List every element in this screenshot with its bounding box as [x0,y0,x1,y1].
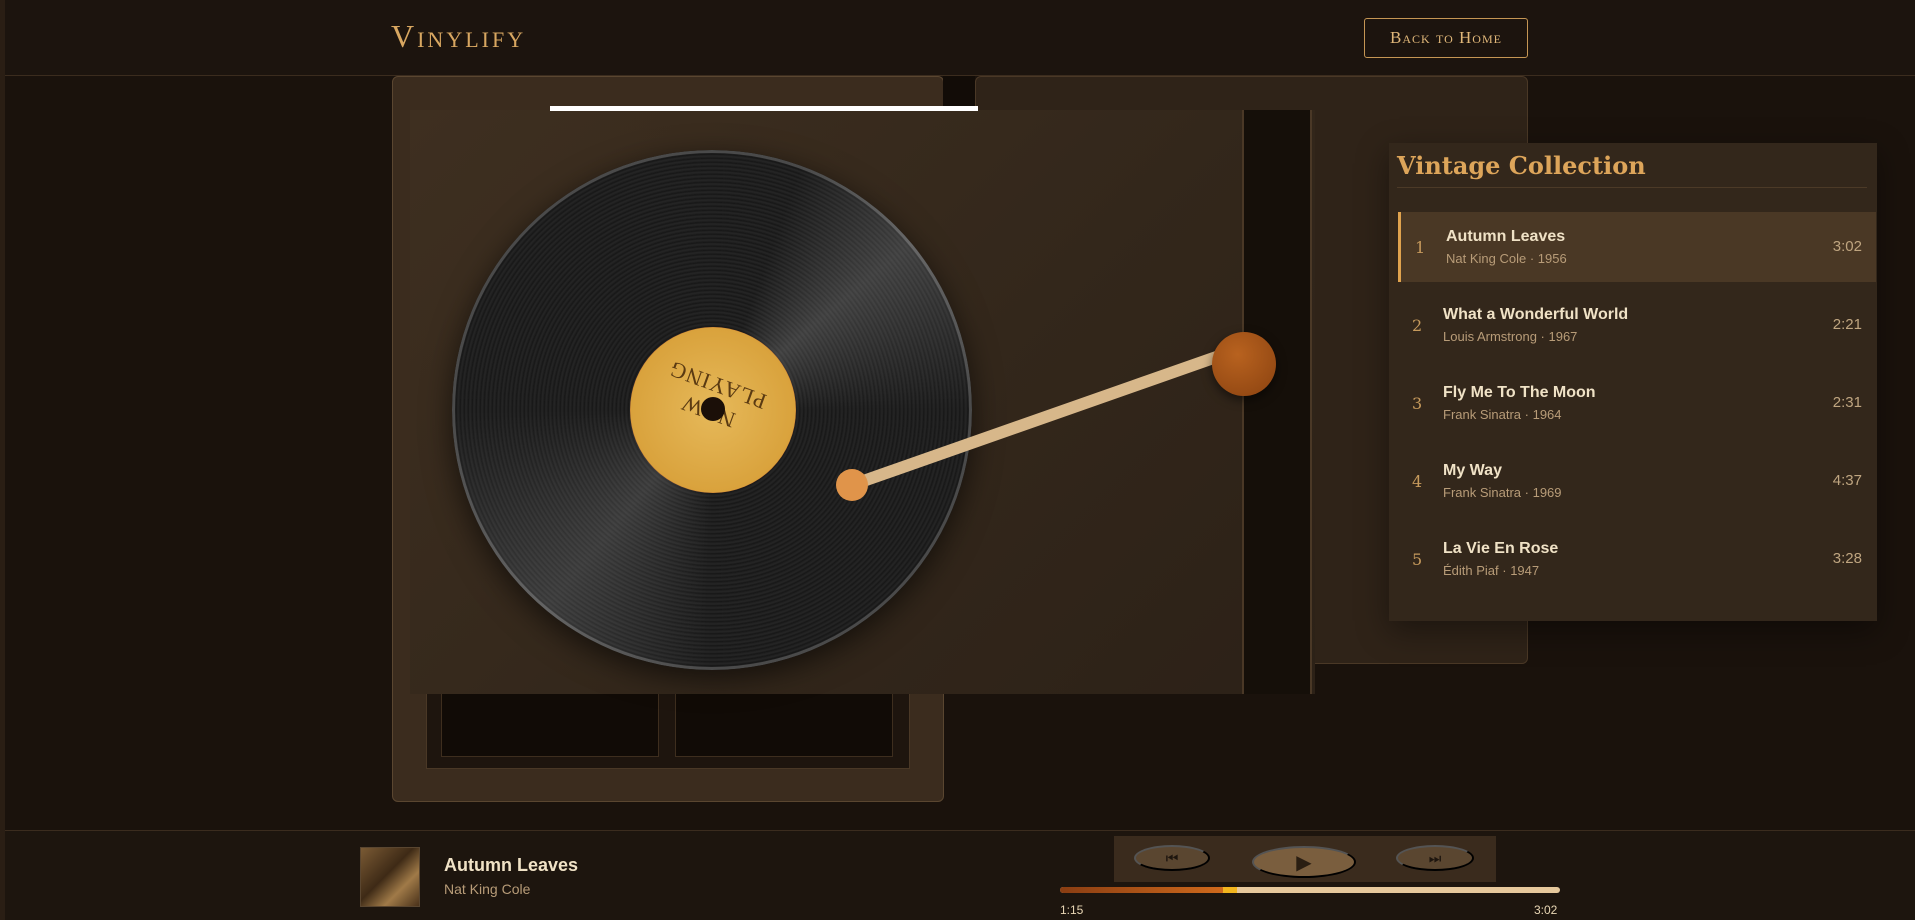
playlist-divider [1397,187,1867,188]
track-artist-year: Louis Armstrong · 1967 [1443,329,1578,344]
track-number: 2 [1412,316,1423,335]
play-icon: ▶ [1296,851,1312,874]
prev-icon: ⏮ [1165,849,1179,866]
next-icon: ⏭ [1428,849,1442,866]
playlist-track-5[interactable]: 5 La Vie En Rose Édith Piaf · 1947 3:28 [1398,524,1876,594]
track-duration: 4:37 [1832,472,1862,489]
tonearm-pivot[interactable] [1212,332,1276,396]
track-title: My Way [1443,462,1502,479]
now-playing-artist: Nat King Cole [444,881,531,897]
track-title: Autumn Leaves [1446,228,1566,245]
playlist-track-2[interactable]: 2 What a Wonderful World Louis Armstrong… [1398,290,1876,360]
playlist-panel: Vintage Collection 1 Autumn Leaves Nat K… [1389,143,1877,621]
track-artist-year: Frank Sinatra · 1969 [1443,485,1562,500]
track-artist-year: Frank Sinatra · 1964 [1443,407,1562,422]
total-time: 3:02 [1534,903,1558,917]
track-title: What a Wonderful World [1443,306,1629,323]
track-artist-year: Édith Piaf · 1947 [1443,563,1540,578]
track-number: 4 [1412,472,1423,491]
progress-handle[interactable] [1223,887,1237,893]
track-duration: 2:31 [1832,394,1862,411]
now-playing-title: Autumn Leaves [444,855,579,875]
play-button[interactable]: ▶ [1252,846,1356,878]
track-artist-year: Nat King Cole · 1956 [1446,251,1567,266]
progress-fill [1060,887,1225,893]
album-cover[interactable] [360,847,420,907]
playlist-track-4[interactable]: 4 My Way Frank Sinatra · 1969 4:37 [1398,446,1876,516]
track-duration: 2:21 [1832,316,1862,333]
playlist-track-1[interactable]: 1 Autumn Leaves Nat King Cole · 1956 3:0… [1398,212,1876,282]
previous-track-button[interactable]: ⏮ [1134,845,1210,871]
track-title: La Vie En Rose [1443,540,1559,557]
track-duration: 3:28 [1832,550,1862,567]
track-number: 3 [1412,394,1423,413]
playlist-track-3[interactable]: 3 Fly Me To The Moon Frank Sinatra · 196… [1398,368,1876,438]
tonearm-rod [846,349,1228,491]
playlist-title: Vintage Collection [1397,151,1646,180]
current-time: 1:15 [1060,903,1084,917]
track-number: 5 [1412,550,1423,569]
track-title: Fly Me To The Moon [1443,384,1596,401]
track-duration: 3:02 [1832,238,1862,255]
tonearm-headshell[interactable] [836,469,868,501]
now-playing-bar [5,830,1915,920]
track-number: 1 [1415,238,1426,257]
next-track-button[interactable]: ⏭ [1396,845,1474,871]
